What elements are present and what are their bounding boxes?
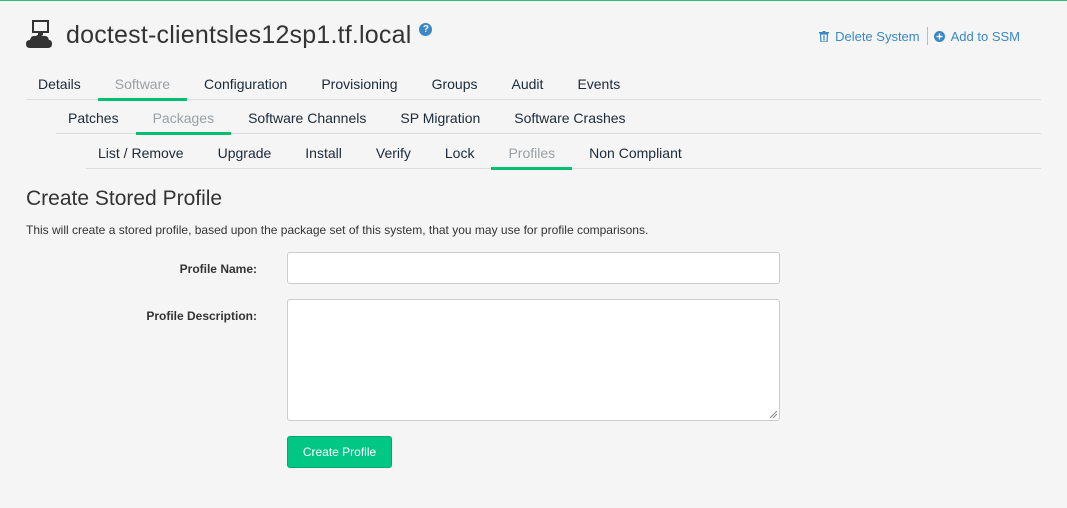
tab-upgrade[interactable]: Upgrade (201, 144, 289, 168)
tab-list-remove[interactable]: List / Remove (86, 144, 201, 168)
delete-system-label: Delete System (835, 28, 920, 44)
trash-icon (819, 30, 830, 42)
tab-patches[interactable]: Patches (56, 109, 136, 133)
section-description: This will create a stored profile, based… (26, 223, 649, 237)
tab-software[interactable]: Software (97, 75, 188, 101)
tab-sp-migration[interactable]: SP Migration (383, 109, 497, 133)
resize-handle-icon[interactable] (769, 410, 777, 418)
create-profile-button[interactable]: Create Profile (287, 436, 392, 468)
tab-install[interactable]: Install (288, 144, 359, 168)
page-title: doctest-clientsles12sp1.tf.local (66, 20, 412, 49)
tab-groups[interactable]: Groups (415, 75, 495, 99)
tab-verify[interactable]: Verify (359, 144, 428, 168)
tab-software-crashes[interactable]: Software Crashes (497, 109, 642, 133)
plus-circle-icon (933, 30, 945, 42)
system-tabs: Details Software Configuration Provision… (26, 75, 1041, 101)
tab-packages[interactable]: Packages (135, 109, 232, 135)
profile-description-label: Profile Description: (146, 309, 257, 323)
tab-provisioning[interactable]: Provisioning (304, 75, 414, 99)
section-heading: Create Stored Profile (26, 187, 223, 210)
tab-configuration[interactable]: Configuration (187, 75, 304, 99)
divider (926, 27, 928, 45)
tab-details[interactable]: Details (26, 75, 98, 99)
tab-software-channels[interactable]: Software Channels (231, 109, 383, 133)
tab-lock[interactable]: Lock (428, 144, 492, 168)
profile-name-input[interactable] (287, 252, 780, 284)
add-to-ssm-label: Add to SSM (950, 28, 1020, 44)
page-header: doctest-clientsles12sp1.tf.local ? (26, 17, 433, 53)
system-actions: Delete System Add to SSM (819, 27, 1020, 45)
tab-audit[interactable]: Audit (495, 75, 561, 99)
profile-name-label: Profile Name: (179, 262, 257, 276)
system-icon (26, 20, 52, 50)
add-to-ssm-link[interactable]: Add to SSM (933, 28, 1020, 44)
tab-events[interactable]: Events (560, 75, 637, 99)
tab-profiles[interactable]: Profiles (491, 144, 572, 170)
tab-non-compliant[interactable]: Non Compliant (572, 144, 699, 168)
packages-tabs: List / Remove Upgrade Install Verify Loc… (86, 144, 1041, 170)
question-circle-icon[interactable]: ? (419, 22, 433, 36)
profile-description-textarea[interactable] (287, 299, 780, 421)
delete-system-link[interactable]: Delete System (819, 29, 920, 44)
software-tabs: Patches Packages Software Channels SP Mi… (56, 109, 1041, 135)
